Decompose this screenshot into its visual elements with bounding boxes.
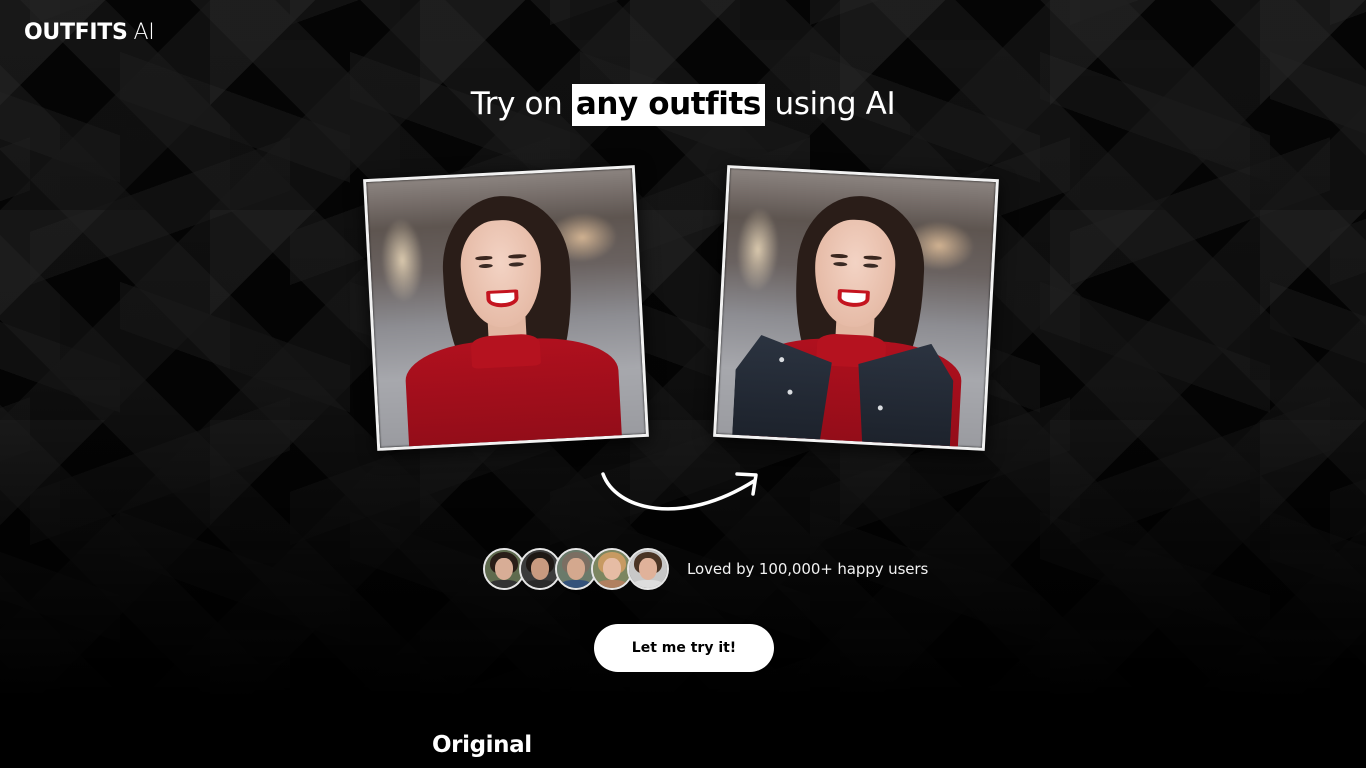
eye [863, 263, 879, 269]
avatar-body [524, 580, 556, 588]
eye [833, 261, 848, 267]
avatar-body [596, 580, 628, 588]
try-it-button[interactable]: Let me try it! [594, 624, 774, 672]
jacket-stud [877, 405, 883, 411]
social-proof-text: Loved by 100,000+ happy users [687, 560, 929, 578]
avatar-body [560, 580, 592, 588]
brow [863, 255, 882, 260]
brow [475, 255, 493, 261]
headline-prefix: Try on [470, 86, 563, 122]
result-photo [713, 165, 999, 451]
jacket-stud [778, 357, 784, 363]
hero-headline: Try on any outfits using AI [0, 84, 1366, 126]
headline-suffix: using AI [774, 86, 896, 122]
avatar-body [488, 580, 520, 588]
avatar-group [483, 548, 669, 590]
social-proof: Loved by 100,000+ happy users [483, 548, 928, 590]
original-section-title: Original [432, 732, 532, 758]
headline-highlight: any outfits [571, 84, 765, 126]
curved-arrow-right-icon [601, 472, 758, 511]
brand-logo[interactable]: OUTFITS AI [24, 20, 155, 45]
eye [508, 261, 524, 267]
smile [486, 289, 520, 309]
smile [837, 289, 871, 309]
turtleneck-collar [470, 332, 541, 369]
avatar-body [632, 580, 664, 588]
landing-page: OUTFITS AI Try on any outfits using AI L… [0, 0, 1366, 768]
brand-name-light: AI [133, 20, 155, 45]
brow [508, 254, 527, 259]
user-avatar [627, 548, 669, 590]
brow [830, 253, 849, 259]
brand-name-bold: OUTFITS [24, 20, 128, 45]
original-photo [363, 165, 649, 451]
eye [478, 263, 494, 269]
